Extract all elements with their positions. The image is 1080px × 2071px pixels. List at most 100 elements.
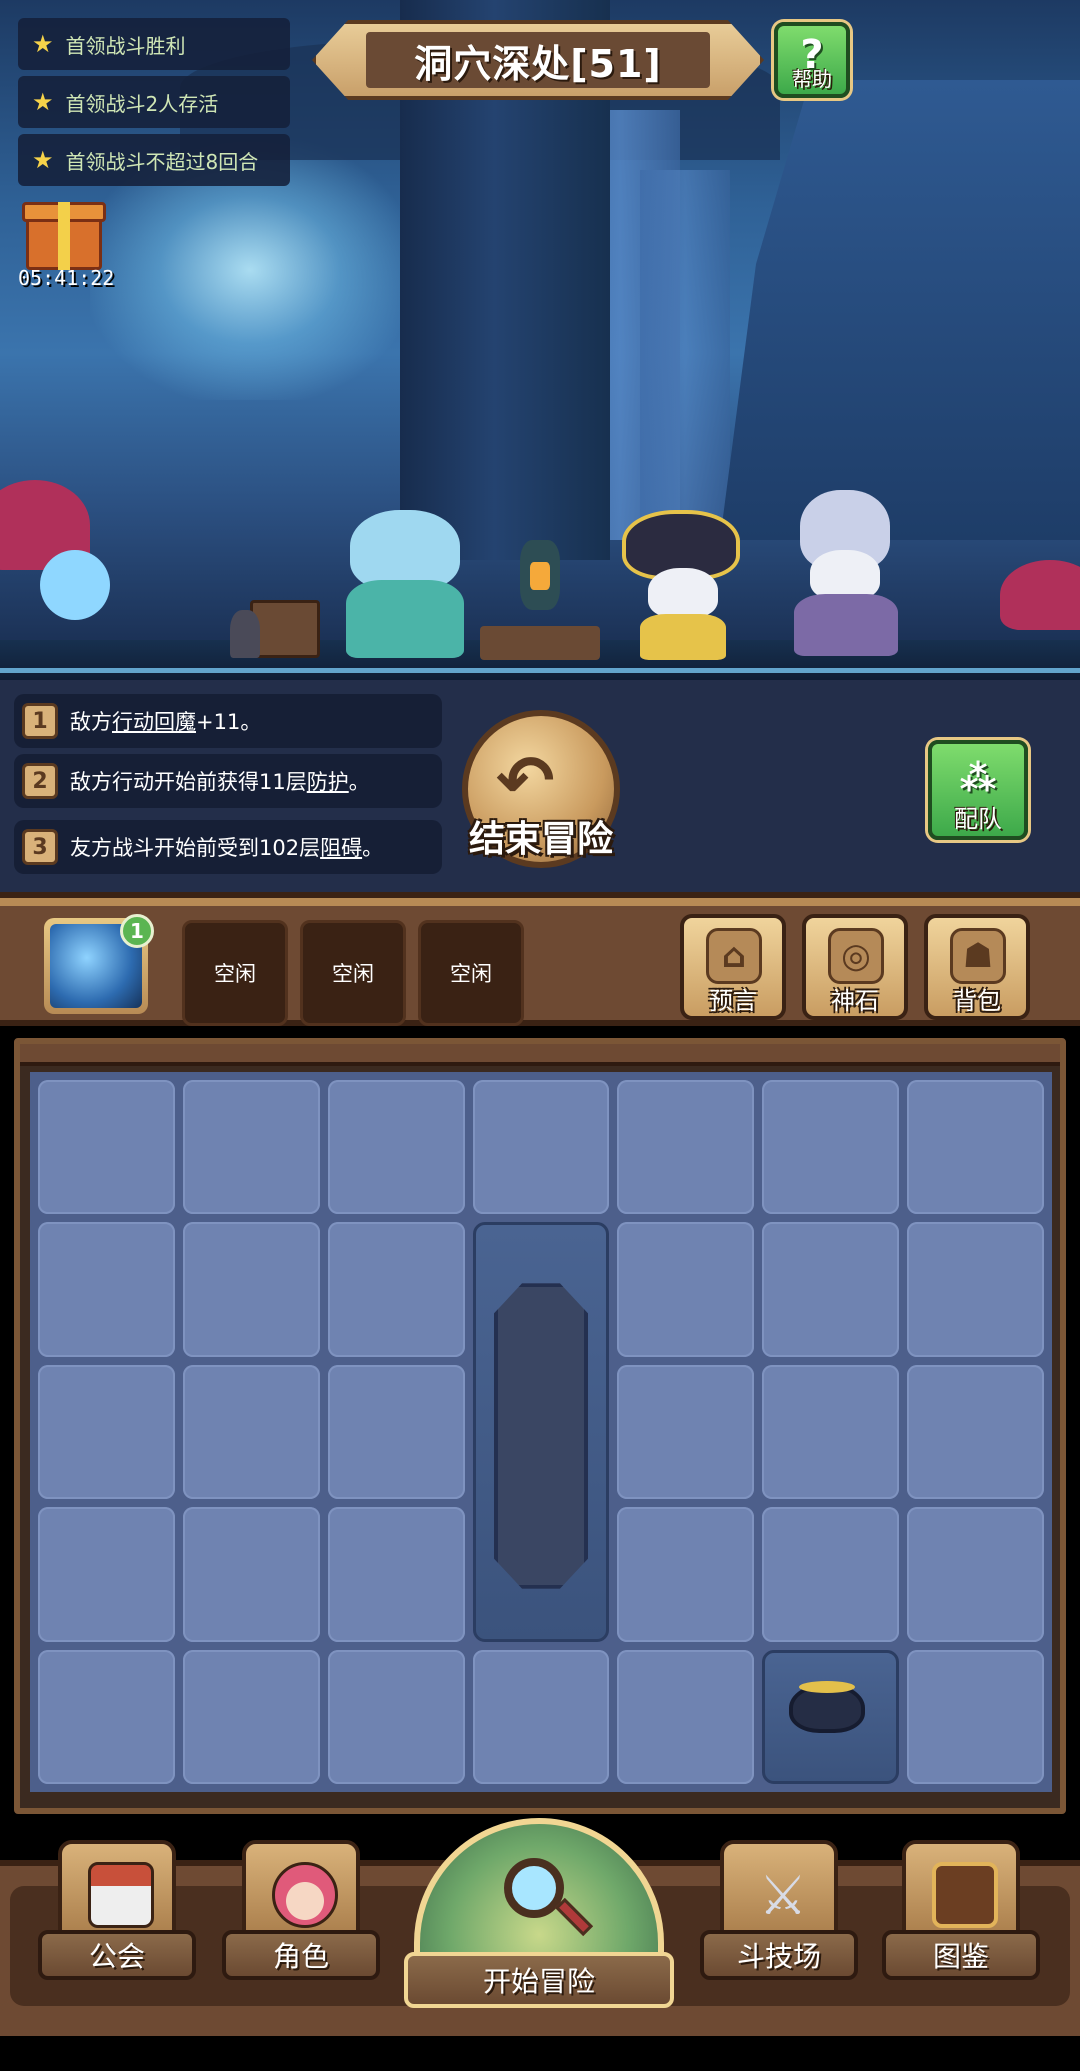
help-button[interactable]: ? 帮助 <box>774 22 850 98</box>
prophecy-button[interactable]: ⌂ 预言 <box>680 914 786 1020</box>
buff-keyword-link[interactable]: 防护 <box>307 770 349 794</box>
glow-orb-decor <box>40 550 110 620</box>
quest-item: ★ 首领战斗不超过8回合 <box>18 134 290 186</box>
nav-character[interactable]: 角色 <box>222 1840 380 1988</box>
quest-text: 首领战斗胜利 <box>65 33 186 58</box>
team-setup-label: 配队 <box>954 805 1002 833</box>
godstone-button[interactable]: ◎ 神石 <box>802 914 908 1020</box>
star-icon: ★ <box>32 88 54 116</box>
grid-cell[interactable] <box>617 1222 755 1357</box>
buff-text: 友方战斗开始前受到102层阻碍。 <box>70 836 384 860</box>
stone-pillar <box>640 170 730 540</box>
gift-box-button[interactable] <box>22 198 106 270</box>
team-icon: ⁂ <box>959 758 997 799</box>
nav-start-adventure[interactable]: 开始冒险 <box>404 1818 674 2008</box>
nav-guild[interactable]: 公会 <box>38 1840 196 1988</box>
witch-hero-sprite[interactable] <box>610 510 750 660</box>
grid-cell[interactable] <box>182 1080 320 1215</box>
end-adventure-label: 结束冒险 <box>468 819 613 860</box>
crystal-item-slot[interactable]: 1 <box>44 914 154 1014</box>
grid-cell[interactable] <box>38 1649 175 1784</box>
grid-cell[interactable] <box>907 1649 1044 1784</box>
grid-cell[interactable] <box>907 1222 1044 1357</box>
end-adventure-button[interactable]: ↶ 结束冒险 <box>456 710 626 870</box>
prophecy-icon: ⌂ <box>706 928 762 984</box>
grid-cell[interactable] <box>327 1222 465 1357</box>
grid-cell[interactable] <box>38 1080 175 1215</box>
grid-cell[interactable] <box>762 1222 900 1357</box>
mushroom-decor <box>1000 560 1080 630</box>
question-icon: ? <box>800 32 824 78</box>
team-setup-button[interactable]: ⁂ 配队 <box>928 740 1028 840</box>
mage-hero-sprite[interactable] <box>340 510 470 660</box>
grid-cell[interactable] <box>38 1222 175 1357</box>
grid-cell[interactable] <box>182 1507 320 1642</box>
grid-cell[interactable] <box>907 1364 1044 1500</box>
grid-cell[interactable] <box>617 1364 755 1500</box>
nav-codex[interactable]: 图鉴 <box>882 1840 1040 1988</box>
buff-keyword-link[interactable]: 行动回魔 <box>112 710 196 734</box>
grid-cell[interactable] <box>327 1080 465 1215</box>
buff-number: 2 <box>22 763 58 799</box>
grid-cell[interactable] <box>327 1364 465 1500</box>
cauldron-item[interactable] <box>762 1649 900 1784</box>
buff-text: 敌方行动开始前获得11层防护。 <box>70 770 370 794</box>
buff-item: 1 敌方行动回魔+11。 <box>14 694 442 748</box>
crossed-swords-icon: ⚔ <box>758 1863 808 1927</box>
grid-cell[interactable] <box>472 1649 610 1784</box>
idle-slot[interactable]: 空闲 <box>300 920 406 1026</box>
stage-title-plaque: 洞穴深处[51] <box>312 20 764 100</box>
nav-guild-label: 公会 <box>88 1940 145 1973</box>
backpack-button[interactable]: ☗ 背包 <box>924 914 1030 1020</box>
nav-arena[interactable]: ⚔ 斗技场 <box>700 1840 858 1988</box>
stone-tablet-item[interactable] <box>472 1222 610 1642</box>
buff-item: 2 敌方行动开始前获得11层防护。 <box>14 754 442 808</box>
grid-cell[interactable] <box>182 1364 320 1500</box>
grid-cell[interactable] <box>38 1507 175 1642</box>
nav-character-label: 角色 <box>272 1940 329 1973</box>
grid-cell[interactable] <box>907 1507 1044 1642</box>
nav-arena-label: 斗技场 <box>736 1940 821 1973</box>
idle-slot[interactable]: 空闲 <box>418 920 524 1026</box>
buff-text: 敌方行动回魔+11。 <box>70 710 262 734</box>
lantern-table-prop <box>480 540 600 660</box>
godstone-icon: ◎ <box>828 928 884 984</box>
codex-book-icon <box>932 1862 998 1928</box>
grid-cell[interactable] <box>907 1080 1044 1215</box>
grid-cell[interactable] <box>617 1080 755 1215</box>
grid-cell[interactable] <box>327 1507 465 1642</box>
stage-title: 洞穴深处[51] <box>414 41 662 86</box>
inventory-grid-frame <box>14 1038 1066 1814</box>
grid-cell[interactable] <box>182 1649 320 1784</box>
godstone-label: 神石 <box>831 987 879 1015</box>
grid-cell[interactable] <box>762 1080 900 1215</box>
grid-cell[interactable] <box>182 1222 320 1357</box>
grid-cell[interactable] <box>617 1507 755 1642</box>
star-icon: ★ <box>32 146 54 174</box>
buff-number: 3 <box>22 829 58 865</box>
grid-cell[interactable] <box>762 1507 900 1642</box>
grid-cell[interactable] <box>762 1364 900 1500</box>
buff-number: 1 <box>22 703 58 739</box>
guild-building-icon <box>88 1862 154 1928</box>
magnifier-icon <box>504 1858 564 1918</box>
inventory-grid <box>30 1072 1052 1792</box>
crate-prop <box>180 590 320 660</box>
quest-text: 首领战斗不超过8回合 <box>65 149 259 174</box>
bottom-nav: 公会 角色 开始冒险 ⚔ 斗技场 图鉴 <box>0 1818 1080 2036</box>
grid-cell[interactable] <box>38 1364 175 1500</box>
buff-keyword-link[interactable]: 阻碍 <box>320 836 362 860</box>
fox-knight-hero-sprite[interactable] <box>770 490 920 660</box>
gift-timer: 05:41:22 <box>18 266 115 290</box>
grid-cell[interactable] <box>617 1649 755 1784</box>
toolbar: 1 空闲 空闲 空闲 ⌂ 预言 ◎ 神石 ☗ 背包 <box>0 892 1080 1026</box>
backpack-label: 背包 <box>953 987 1001 1015</box>
idle-slot[interactable]: 空闲 <box>182 920 288 1026</box>
grid-cell[interactable] <box>327 1649 465 1784</box>
backpack-icon: ☗ <box>950 928 1006 984</box>
quest-text: 首领战斗2人存活 <box>65 91 219 116</box>
grid-cell[interactable] <box>472 1080 610 1215</box>
item-count-badge: 1 <box>120 914 154 948</box>
stone-tablet-icon <box>493 1283 589 1589</box>
floor-edge <box>0 668 1080 673</box>
